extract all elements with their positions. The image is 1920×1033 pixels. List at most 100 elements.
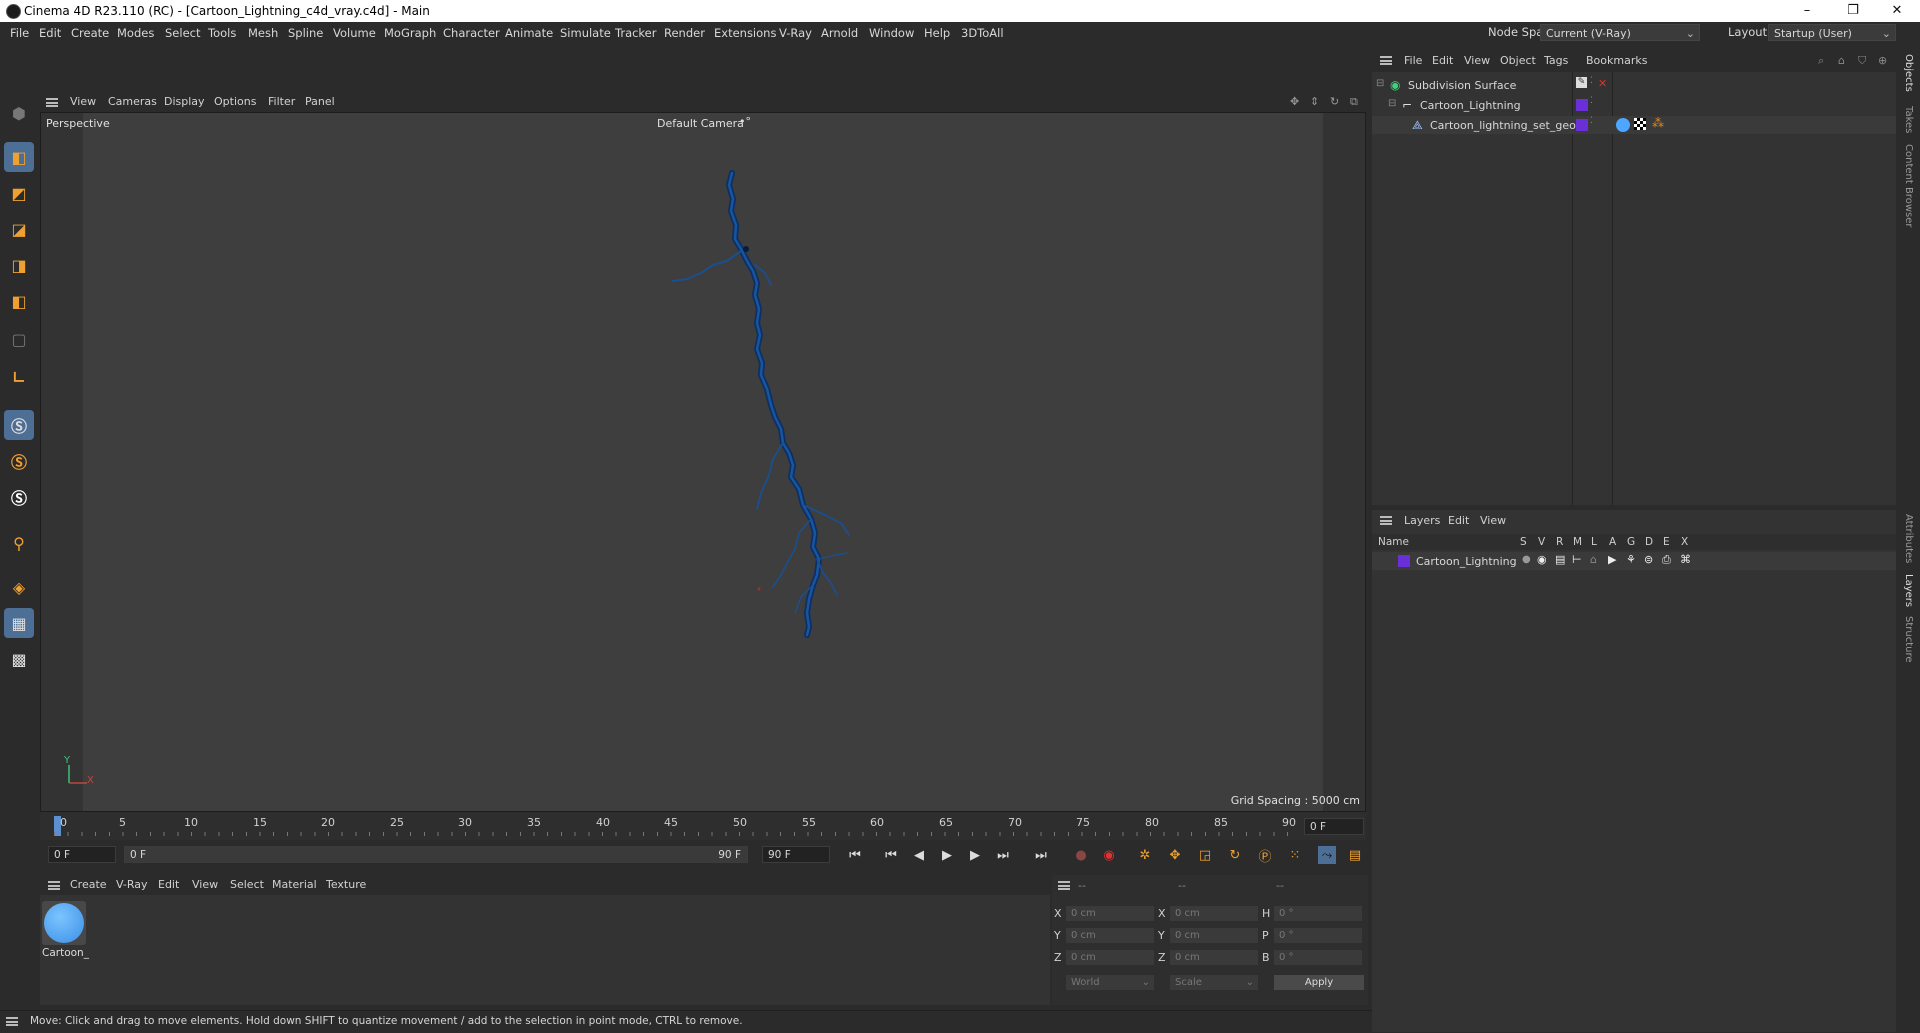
om-menu-object[interactable]: Object bbox=[1500, 54, 1536, 67]
size-mode-dropdown[interactable]: Scale ⌄ bbox=[1170, 975, 1258, 990]
solo-toggle-icon[interactable]: ● bbox=[1522, 554, 1531, 565]
layer-name[interactable]: Cartoon_Lightning bbox=[1416, 555, 1517, 568]
menu-vray[interactable]: V-Ray bbox=[779, 26, 812, 40]
next-frame-icon[interactable]: ▶ bbox=[966, 846, 984, 864]
menu-simulate[interactable]: Simulate bbox=[560, 26, 611, 40]
hamburger-icon[interactable] bbox=[6, 1017, 18, 1026]
hamburger-icon[interactable] bbox=[48, 881, 60, 890]
hamburger-icon[interactable] bbox=[1380, 56, 1392, 65]
layer-menu-layers[interactable]: Layers bbox=[1404, 514, 1440, 527]
play-icon[interactable]: ▶ bbox=[938, 846, 956, 864]
maximize-view-icon[interactable]: ⧉ bbox=[1350, 95, 1358, 109]
manager-tree-icon[interactable]: ⊢ bbox=[1572, 553, 1582, 566]
xrefs-icon[interactable]: ⌘ bbox=[1680, 553, 1691, 566]
edges-mode-icon[interactable]: ◨ bbox=[4, 250, 34, 280]
mat-menu-vray[interactable]: V-Ray bbox=[116, 878, 148, 891]
perspective-viewport[interactable]: Perspective Default Camera •° Grid Spaci… bbox=[40, 112, 1366, 812]
model-mode-icon[interactable]: ◧ bbox=[4, 142, 34, 172]
deformers-icon[interactable]: ⊜ bbox=[1644, 553, 1653, 566]
expand-toggle[interactable]: ⊟ bbox=[1376, 78, 1384, 89]
size-y-field[interactable]: 0 cm bbox=[1170, 928, 1258, 943]
viewport-menu-filter[interactable]: Filter bbox=[268, 95, 295, 108]
object-name[interactable]: Cartoon_lightning_set_geo2 bbox=[1430, 119, 1583, 132]
autokey-icon[interactable]: ◉ bbox=[1100, 846, 1118, 864]
size-x-field[interactable]: 0 cm bbox=[1170, 906, 1258, 921]
om-menu-file[interactable]: File bbox=[1404, 54, 1422, 67]
menu-3dtoall[interactable]: 3DToAll bbox=[961, 26, 1004, 40]
scene-start-field[interactable]: 0 F bbox=[48, 846, 116, 863]
previous-key-icon[interactable]: ⏮ bbox=[882, 846, 900, 864]
previous-frame-icon[interactable]: ◀ bbox=[910, 846, 928, 864]
layer-color-swatch[interactable] bbox=[1576, 119, 1588, 131]
menu-spline[interactable]: Spline bbox=[288, 26, 323, 40]
menu-render[interactable]: Render bbox=[664, 26, 705, 40]
om-menu-view[interactable]: View bbox=[1464, 54, 1490, 67]
expressions-icon[interactable]: ⎙ bbox=[1662, 553, 1671, 567]
layer-menu-view[interactable]: View bbox=[1480, 514, 1506, 527]
menu-tracker[interactable]: Tracker bbox=[615, 26, 657, 40]
object-name[interactable]: Subdivision Surface bbox=[1408, 79, 1516, 92]
next-key-icon[interactable]: ⏭ bbox=[994, 846, 1012, 864]
uvw-tag-icon[interactable]: ⁂ bbox=[1652, 116, 1664, 130]
rot-h-field[interactable]: 0 ° bbox=[1274, 906, 1362, 921]
zoom-view-icon[interactable]: ⇕ bbox=[1310, 95, 1319, 108]
polygons-mode-icon[interactable]: ◧ bbox=[4, 286, 34, 316]
menu-tools[interactable]: Tools bbox=[208, 26, 236, 40]
om-menu-tags[interactable]: Tags bbox=[1544, 54, 1568, 67]
pos-x-field[interactable]: 0 cm bbox=[1066, 906, 1154, 921]
lightning-model[interactable]: X Y bbox=[41, 113, 1365, 811]
menu-volume[interactable]: Volume bbox=[333, 26, 376, 40]
expand-toggle[interactable]: ⊟ bbox=[1388, 98, 1396, 109]
lock-icon[interactable]: ⌂ bbox=[1590, 553, 1597, 566]
timeline-ruler[interactable]: 0 5 10 15 20 25 30 35 40 45 50 55 60 65 … bbox=[40, 812, 1366, 840]
interpolation-icon[interactable]: ⤳ bbox=[1318, 846, 1336, 864]
menu-mesh[interactable]: Mesh bbox=[248, 26, 278, 40]
snap-enable-icon[interactable]: Ⓢ bbox=[4, 482, 34, 512]
key-scale-icon[interactable]: ◲ bbox=[1196, 846, 1214, 864]
object-row[interactable]: ⟁ Cartoon_lightning_set_geo2 ⁚ ⁂ bbox=[1372, 116, 1896, 134]
disabled-x-icon[interactable]: ✕ bbox=[1598, 77, 1607, 90]
menu-edit[interactable]: Edit bbox=[39, 26, 61, 40]
axis-mode-icon[interactable]: ∟ bbox=[4, 362, 34, 392]
object-row[interactable]: ⊟ ◉ Subdivision Surface ✎ ⁚ ✕ bbox=[1372, 76, 1896, 94]
edit-check-icon[interactable]: ✎ bbox=[1576, 77, 1587, 88]
key-position-icon[interactable]: ✥ bbox=[1166, 846, 1184, 864]
visibility-dots-icon[interactable]: ⁚ bbox=[1590, 76, 1593, 86]
tweak-mode-icon[interactable]: ⚲ bbox=[4, 528, 34, 558]
close-window-button[interactable]: ✕ bbox=[1874, 0, 1920, 22]
visibility-dots-icon[interactable]: ⁚ bbox=[1590, 116, 1593, 126]
rotate-view-icon[interactable]: ↻ bbox=[1330, 95, 1339, 108]
side-tab-takes[interactable]: Takes bbox=[1903, 106, 1914, 133]
material-tag-icon[interactable] bbox=[1616, 118, 1630, 132]
menu-modes[interactable]: Modes bbox=[117, 26, 154, 40]
rot-p-field[interactable]: 0 ° bbox=[1274, 928, 1362, 943]
om-menu-bookmarks[interactable]: Bookmarks bbox=[1586, 54, 1647, 67]
viewport-menu-cameras[interactable]: Cameras bbox=[108, 95, 157, 108]
size-z-field[interactable]: 0 cm bbox=[1170, 950, 1258, 965]
key-rotation-icon[interactable]: ↻ bbox=[1226, 846, 1244, 864]
new-window-icon[interactable]: ⊕ bbox=[1878, 54, 1887, 67]
layer-color-swatch[interactable] bbox=[1576, 99, 1588, 111]
key-selection-icon[interactable]: ✲ bbox=[1136, 846, 1154, 864]
menu-mograph[interactable]: MoGraph bbox=[384, 26, 436, 40]
workplane-lock-icon[interactable]: ▦ bbox=[4, 608, 34, 638]
render-clapper-icon[interactable]: ▤ bbox=[1555, 553, 1565, 566]
make-editable-icon[interactable]: ⬢ bbox=[4, 98, 34, 128]
generators-icon[interactable]: ⚘ bbox=[1626, 553, 1636, 566]
maximize-button[interactable]: ❐ bbox=[1830, 0, 1876, 22]
mat-menu-create[interactable]: Create bbox=[70, 878, 107, 891]
menu-animate[interactable]: Animate bbox=[505, 26, 553, 40]
layout-dropdown[interactable]: Startup (User) ⌄ bbox=[1768, 24, 1896, 41]
pos-z-field[interactable]: 0 cm bbox=[1066, 950, 1154, 965]
menu-help[interactable]: Help bbox=[924, 26, 950, 40]
phong-tag-icon[interactable] bbox=[1634, 118, 1646, 130]
planar-workplane-icon[interactable]: ▩ bbox=[4, 644, 34, 674]
texture-mode-icon[interactable]: ◩ bbox=[4, 178, 34, 208]
workplane-icon[interactable]: ◈ bbox=[4, 572, 34, 602]
go-to-start-icon[interactable]: ⏮ bbox=[846, 846, 864, 864]
node-space-dropdown[interactable]: Current (V-Ray) ⌄ bbox=[1540, 24, 1700, 41]
record-keys-icon[interactable]: ● bbox=[1072, 846, 1090, 864]
material-item[interactable] bbox=[42, 901, 86, 945]
key-parameter-icon[interactable]: Ⓟ bbox=[1256, 846, 1274, 865]
mat-menu-texture[interactable]: Texture bbox=[326, 878, 366, 891]
